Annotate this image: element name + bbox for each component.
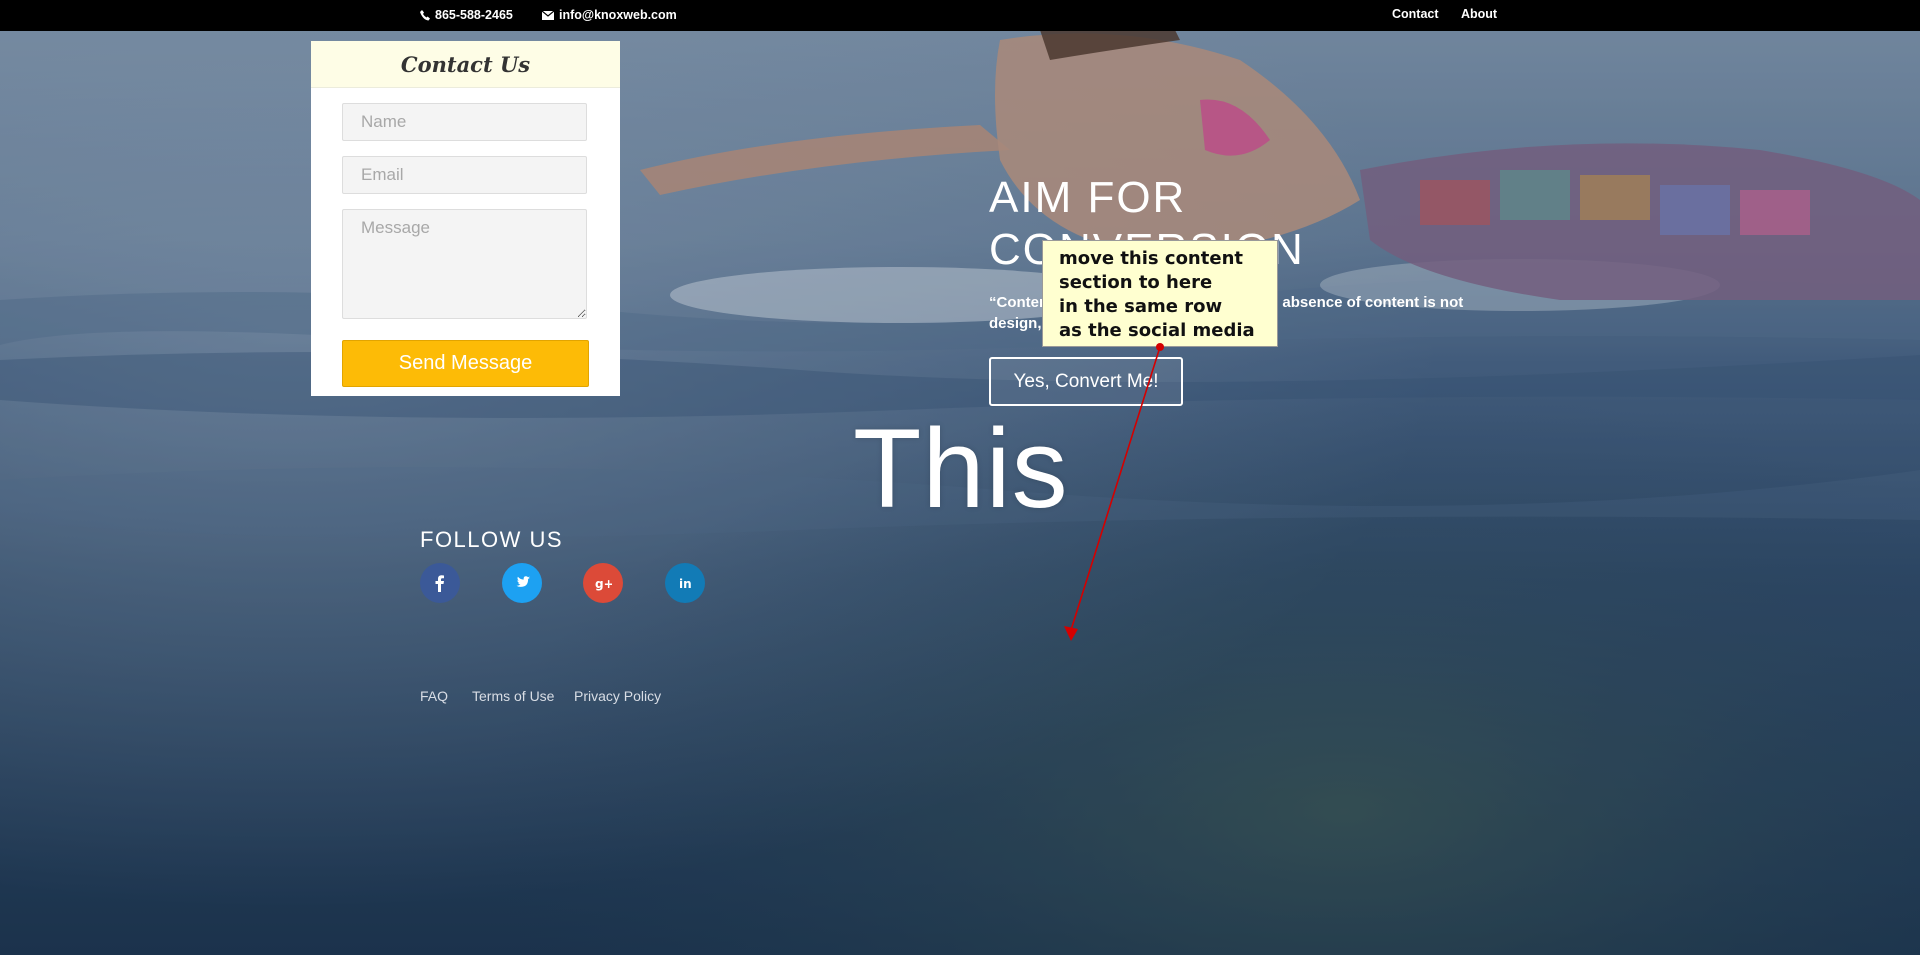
footer-link-faq[interactable]: FAQ xyxy=(420,688,448,704)
envelope-icon xyxy=(542,10,554,20)
email-field[interactable] xyxy=(342,156,587,194)
twitter-icon xyxy=(516,576,530,587)
hero-big-word: This xyxy=(853,406,1069,531)
facebook-button[interactable] xyxy=(420,563,460,603)
contact-form-title: Contact Us xyxy=(400,51,531,77)
email-address: info@knoxweb.com xyxy=(559,8,677,22)
message-field[interactable] xyxy=(342,209,587,319)
nav-link-contact[interactable]: Contact xyxy=(1392,7,1439,21)
phone-icon xyxy=(420,9,430,20)
twitter-button[interactable] xyxy=(502,563,542,603)
svg-text:g+: g+ xyxy=(595,577,612,591)
phone-number: 865-588-2465 xyxy=(435,8,513,22)
annotation-line: move this content xyxy=(1059,248,1243,269)
annotation-line: in the same row xyxy=(1059,296,1223,317)
convert-me-button[interactable]: Yes, Convert Me! xyxy=(989,357,1183,406)
linkedin-icon: in xyxy=(679,577,692,591)
contact-form-card: Contact Us Send Message xyxy=(311,41,620,396)
annotation-line: section to here xyxy=(1059,272,1213,293)
send-message-button[interactable]: Send Message xyxy=(342,340,589,387)
footer-link-terms[interactable]: Terms of Use xyxy=(472,688,554,704)
nav-link-about[interactable]: About xyxy=(1461,7,1497,21)
google-plus-button[interactable]: g+ xyxy=(583,563,623,603)
follow-us-title: FOLLOW US xyxy=(420,527,564,552)
linkedin-button[interactable]: in xyxy=(665,563,705,603)
facebook-icon xyxy=(435,575,444,592)
phone-info: 865-588-2465 xyxy=(420,8,513,22)
top-bar: 865-588-2465 info@knoxweb.com Contact Ab… xyxy=(0,0,1920,31)
footer-link-privacy[interactable]: Privacy Policy xyxy=(574,688,661,704)
email-info: info@knoxweb.com xyxy=(542,8,677,22)
annotation-line: as the social media xyxy=(1059,320,1255,341)
svg-text:in: in xyxy=(679,577,692,591)
contact-form-header: Contact Us xyxy=(311,41,620,88)
name-field[interactable] xyxy=(342,103,587,141)
annotation-note: move this content section to here in the… xyxy=(1042,240,1278,347)
google-plus-icon: g+ xyxy=(595,577,612,591)
